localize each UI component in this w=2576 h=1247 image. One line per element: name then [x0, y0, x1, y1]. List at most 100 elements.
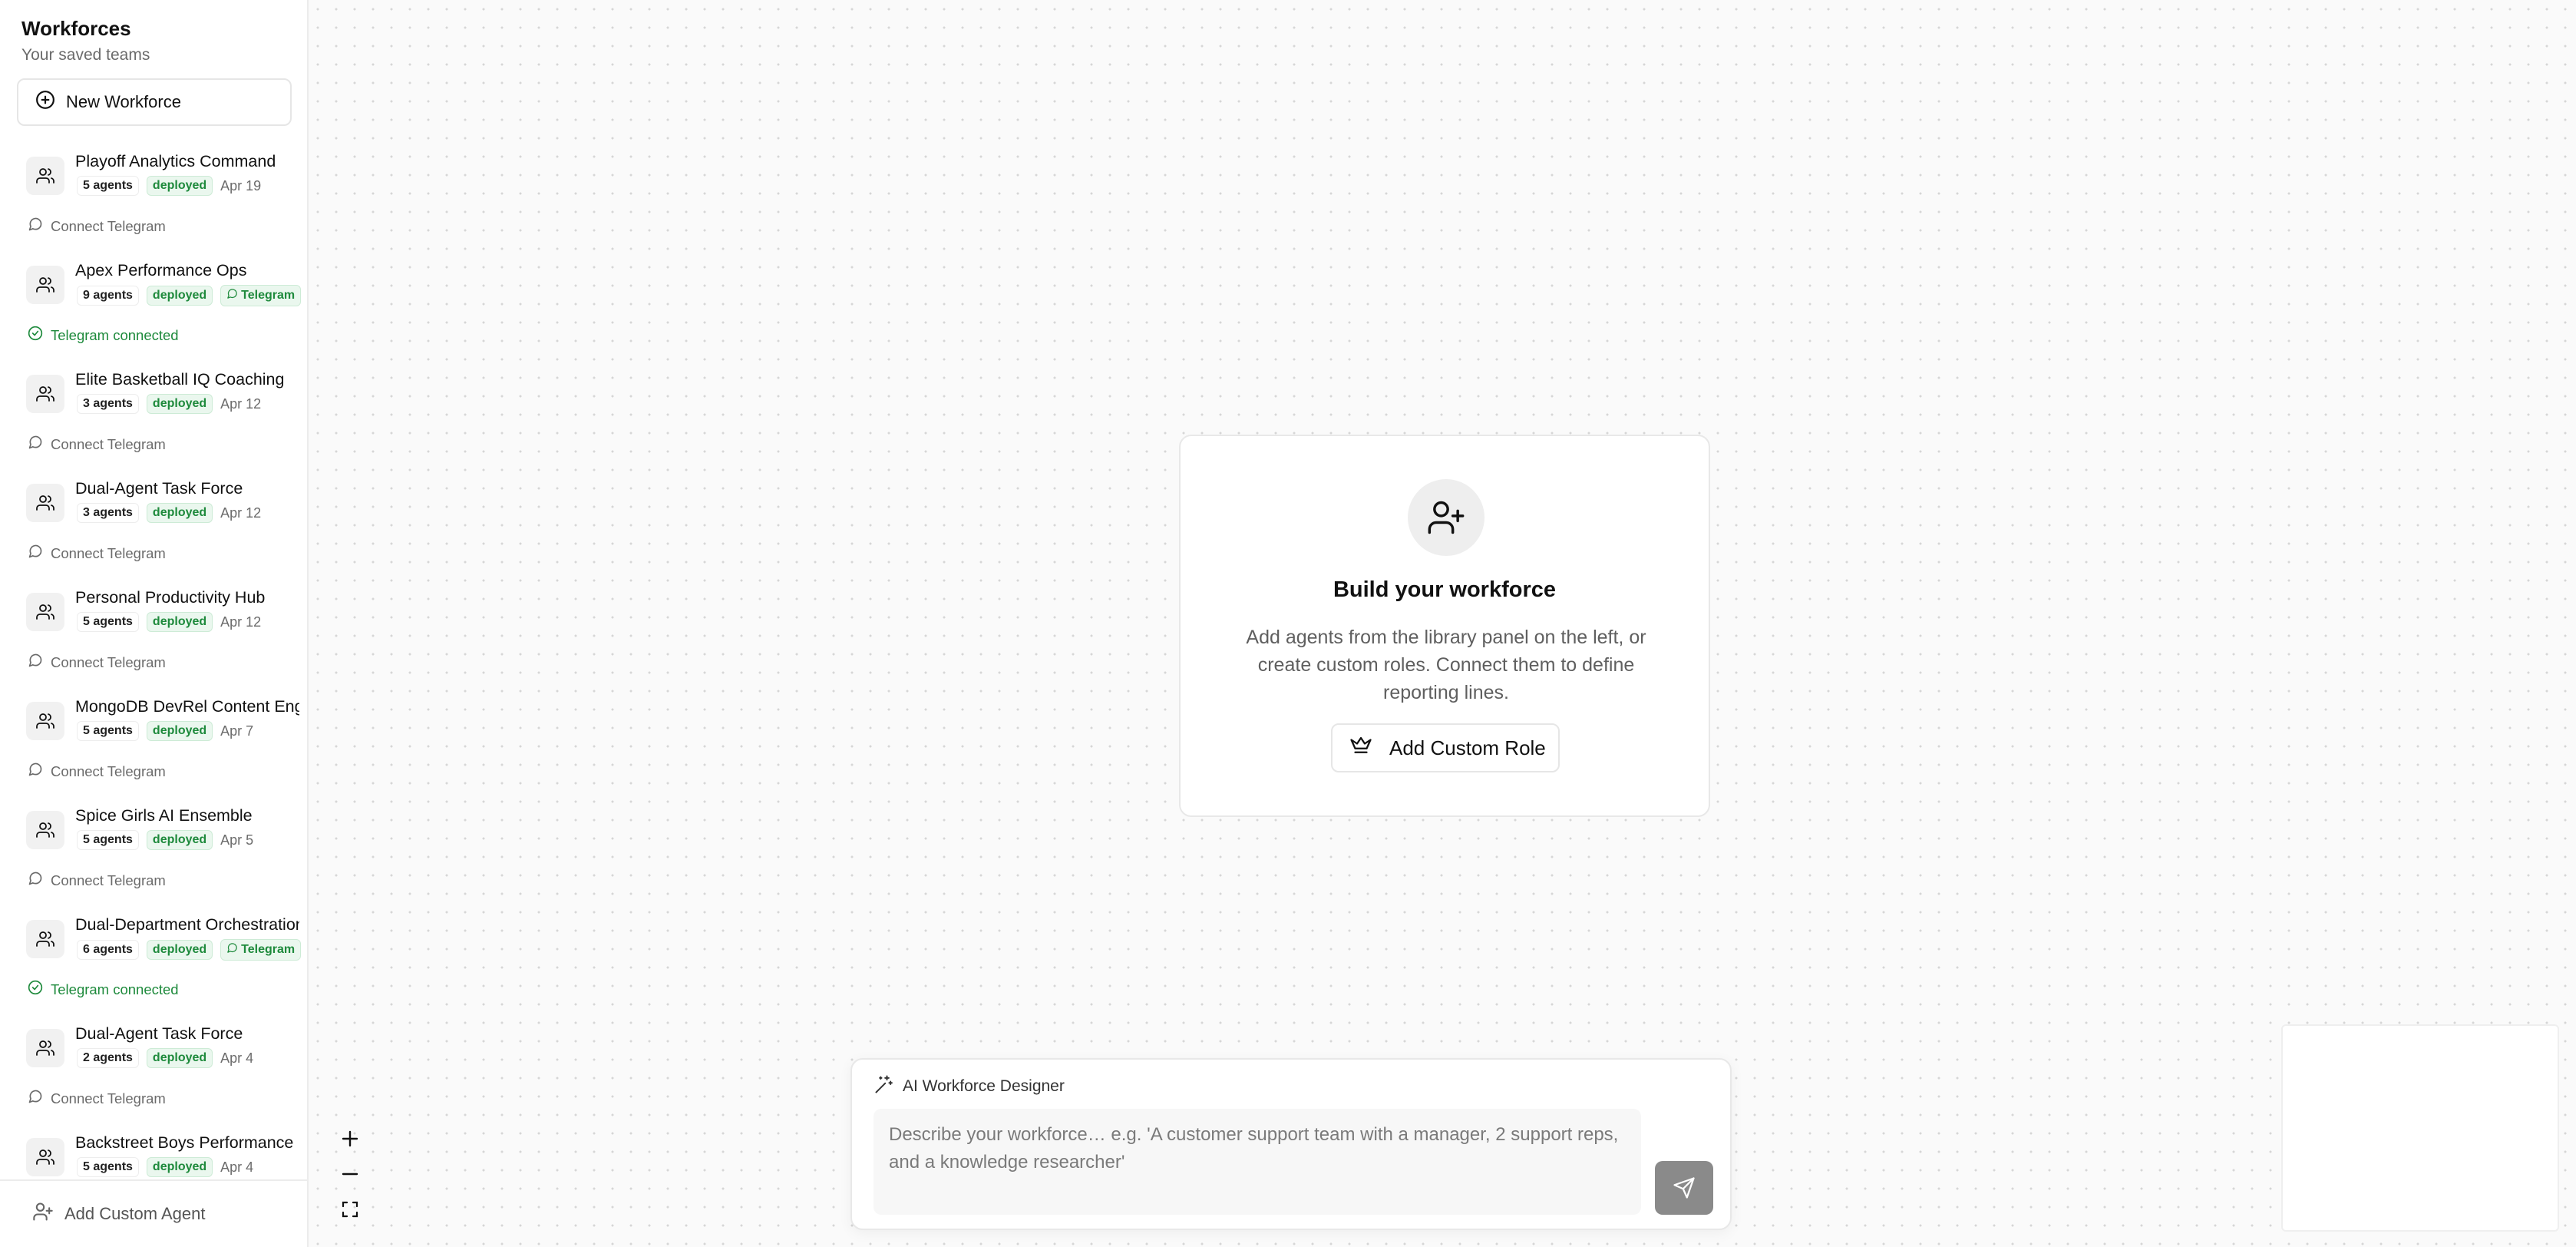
- workforce-item[interactable]: Personal Productivity Hub 5 agents deploye…: [0, 571, 307, 680]
- zoom-in-button[interactable]: [333, 1123, 367, 1155]
- message-circle-icon: [28, 544, 43, 563]
- zoom-out-button[interactable]: [333, 1158, 367, 1190]
- send-button[interactable]: [1655, 1161, 1713, 1215]
- workforce-meta: 3 agents deployed Apr 12: [77, 394, 261, 414]
- message-circle-icon: [28, 217, 43, 236]
- add-custom-role-label: Add Custom Role: [1389, 736, 1546, 759]
- telegram-status-label: Telegram connected: [51, 981, 179, 997]
- connect-telegram-link[interactable]: Connect Telegram: [28, 1089, 166, 1108]
- workforce-canvas[interactable]: Build your workforce Add agents from the…: [309, 0, 2576, 1247]
- workforce-meta: 2 agents deployed Apr 4: [77, 1048, 253, 1068]
- users-icon: [26, 1029, 64, 1067]
- add-custom-agent-button[interactable]: Add Custom Agent: [0, 1179, 307, 1247]
- workforce-item[interactable]: Dual-Department Orchestration 6 agents dep…: [0, 898, 307, 1007]
- connect-telegram-label: Connect Telegram: [51, 544, 166, 561]
- sidebar-subtitle: Your saved teams: [21, 46, 150, 64]
- workforce-item[interactable]: MongoDB DevRel Content Engine 5 agents dep…: [0, 680, 307, 789]
- connect-telegram-link[interactable]: Connect Telegram: [28, 762, 166, 781]
- workforce-item[interactable]: Apex Performance Ops 9 agents deployed Tele…: [0, 244, 307, 353]
- agent-count-badge: 9 agents: [77, 286, 139, 306]
- telegram-status-label: Telegram connected: [51, 326, 179, 343]
- workforce-item[interactable]: Backstreet Boys Performance 5 agents deplo…: [0, 1116, 307, 1179]
- workforce-item[interactable]: Dual-Agent Task Force 2 agents deployed Apr…: [0, 1007, 307, 1116]
- workforce-list: Playoff Analytics Command 5 agents deploye…: [0, 135, 307, 1179]
- status-badge: deployed: [146, 721, 213, 741]
- connect-telegram-label: Connect Telegram: [51, 872, 166, 888]
- connect-telegram-link[interactable]: Connect Telegram: [28, 653, 166, 672]
- agent-count-badge: 5 agents: [77, 612, 139, 632]
- minus-icon: [342, 1173, 358, 1176]
- connect-telegram-label: Connect Telegram: [51, 435, 166, 452]
- users-icon: [26, 593, 64, 631]
- status-badge: deployed: [146, 830, 213, 850]
- fit-view-button[interactable]: [333, 1193, 367, 1226]
- workforce-name: Apex Performance Ops: [75, 261, 247, 280]
- status-badge: deployed: [146, 940, 213, 960]
- workforce-date: Apr 12: [220, 504, 262, 521]
- designer-title: AI Workforce Designer: [903, 1077, 1065, 1095]
- add-custom-role-button[interactable]: Add Custom Role: [1331, 723, 1560, 772]
- message-circle-icon: [28, 762, 43, 781]
- status-badge: deployed: [146, 286, 213, 306]
- workforce-description-input[interactable]: [874, 1109, 1641, 1215]
- send-icon: [1673, 1177, 1695, 1199]
- status-badge: deployed: [146, 612, 213, 632]
- user-plus-icon: [1408, 479, 1485, 556]
- designer-header: AI Workforce Designer: [874, 1073, 1065, 1100]
- new-workforce-button[interactable]: New Workforce: [17, 78, 292, 126]
- message-circle-icon: [28, 653, 43, 672]
- workforce-meta: 5 agents deployed Apr 7: [77, 721, 253, 741]
- agent-count-badge: 5 agents: [77, 721, 139, 741]
- workforce-meta: 3 agents deployed Apr 12: [77, 503, 261, 523]
- users-icon: [26, 702, 64, 740]
- user-plus-icon: [32, 1201, 54, 1227]
- agent-count-badge: 3 agents: [77, 394, 139, 414]
- connect-telegram-link[interactable]: Connect Telegram: [28, 435, 166, 454]
- message-circle-icon: [28, 871, 43, 890]
- connect-telegram-label: Connect Telegram: [51, 762, 166, 779]
- agent-count-badge: 5 agents: [77, 176, 139, 196]
- connect-telegram-label: Connect Telegram: [51, 1090, 166, 1106]
- users-icon: [26, 375, 64, 413]
- workforce-date: Apr 4: [220, 1159, 254, 1175]
- workforce-date: Apr 7: [220, 723, 254, 739]
- agent-count-badge: 5 agents: [77, 1157, 139, 1177]
- workforce-meta: 6 agents deployed Telegram: [77, 939, 302, 961]
- agent-count-badge: 2 agents: [77, 1048, 139, 1068]
- users-icon: [26, 1138, 64, 1176]
- workforce-meta: 5 agents deployed Apr 4: [77, 1157, 253, 1177]
- workforce-name: Dual-Agent Task Force: [75, 479, 243, 498]
- connect-telegram-link[interactable]: Connect Telegram: [28, 544, 166, 563]
- plus-circle-icon: [35, 90, 55, 114]
- workforce-date: Apr 12: [220, 614, 262, 630]
- workforces-sidebar: Workforces Your saved teams New Workforc…: [0, 0, 309, 1247]
- workforce-meta: 5 agents deployed Apr 19: [77, 176, 261, 196]
- workforce-name: MongoDB DevRel Content Engine: [75, 697, 299, 716]
- status-badge: deployed: [146, 394, 213, 414]
- status-badge: deployed: [146, 1048, 213, 1068]
- check-circle-icon: [28, 980, 43, 999]
- workforce-item[interactable]: Elite Basketball IQ Coaching 3 agents depl…: [0, 353, 307, 462]
- empty-state-title: Build your workforce: [1333, 577, 1557, 602]
- workforce-item[interactable]: Playoff Analytics Command 5 agents deploye…: [0, 135, 307, 244]
- message-circle-icon: [28, 1089, 43, 1108]
- empty-state-description: Add agents from the library panel on the…: [1246, 627, 1646, 703]
- workforce-item[interactable]: Spice Girls AI Ensemble 5 agents deployed A…: [0, 789, 307, 898]
- telegram-badge-label: Telegram: [241, 289, 296, 302]
- workforce-name: Elite Basketball IQ Coaching: [75, 370, 285, 389]
- workforce-date: Apr 19: [220, 177, 262, 194]
- status-badge: deployed: [146, 1157, 213, 1177]
- workforce-date: Apr 12: [220, 395, 262, 412]
- telegram-badge: Telegram: [220, 939, 302, 961]
- workforce-item[interactable]: Dual-Agent Task Force 3 agents deployed Apr…: [0, 462, 307, 571]
- new-workforce-label: New Workforce: [66, 92, 181, 111]
- workforce-name: Spice Girls AI Ensemble: [75, 806, 253, 825]
- workforce-meta: 5 agents deployed Apr 5: [77, 830, 253, 850]
- workforce-name: Personal Productivity Hub: [75, 588, 266, 607]
- canvas-minimap[interactable]: [2281, 1024, 2559, 1232]
- connect-telegram-link[interactable]: Connect Telegram: [28, 217, 166, 236]
- crown-icon: [1349, 734, 1372, 762]
- connect-telegram-link[interactable]: Connect Telegram: [28, 871, 166, 890]
- agent-count-badge: 6 agents: [77, 940, 139, 960]
- users-icon: [26, 157, 64, 195]
